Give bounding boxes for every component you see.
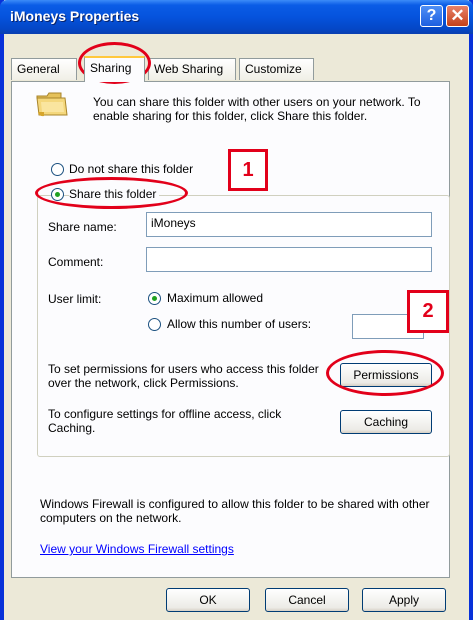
maximum-allowed-label[interactable]: Maximum allowed bbox=[167, 291, 263, 305]
step-2-marker: 2 bbox=[407, 290, 449, 333]
permissions-highlight bbox=[326, 350, 444, 396]
caching-button[interactable]: Caching bbox=[340, 410, 432, 434]
tab-strip: General Sharing Web Sharing Customize bbox=[0, 56, 473, 82]
tab-customize[interactable]: Customize bbox=[239, 58, 314, 80]
comment-input[interactable] bbox=[146, 247, 432, 272]
maximum-allowed-radio[interactable] bbox=[148, 292, 161, 305]
share-folder-highlight bbox=[35, 177, 188, 209]
firewall-text: Windows Firewall is configured to allow … bbox=[40, 497, 430, 525]
do-not-share-label[interactable]: Do not share this folder bbox=[69, 162, 193, 176]
close-icon[interactable]: ✕ bbox=[446, 5, 469, 27]
allow-number-label[interactable]: Allow this number of users: bbox=[167, 317, 311, 331]
firewall-settings-link[interactable]: View your Windows Firewall settings bbox=[40, 542, 234, 556]
share-name-input[interactable]: iMoneys bbox=[146, 212, 432, 237]
tab-sharing[interactable]: Sharing bbox=[84, 56, 145, 82]
help-icon[interactable]: ? bbox=[420, 5, 443, 27]
comment-label: Comment: bbox=[48, 255, 104, 269]
user-limit-label: User limit: bbox=[48, 292, 102, 306]
caching-text: To configure settings for offline access… bbox=[48, 407, 282, 435]
tab-general[interactable]: General bbox=[11, 58, 77, 80]
cancel-button[interactable]: Cancel bbox=[265, 588, 349, 612]
permissions-text: To set permissions for users who access … bbox=[48, 362, 319, 390]
do-not-share-radio[interactable] bbox=[51, 163, 64, 176]
share-name-label: Share name: bbox=[48, 220, 117, 234]
shared-folder-icon bbox=[36, 92, 68, 117]
ok-button[interactable]: OK bbox=[166, 588, 250, 612]
allow-number-radio[interactable] bbox=[148, 318, 161, 331]
apply-button[interactable]: Apply bbox=[362, 588, 446, 612]
intro-text: You can share this folder with other use… bbox=[93, 95, 421, 123]
title-bar[interactable]: iMoneys Properties ? ✕ bbox=[0, 0, 473, 34]
step-1-marker: 1 bbox=[228, 149, 268, 191]
window-title: iMoneys Properties bbox=[10, 8, 140, 24]
tab-web-sharing[interactable]: Web Sharing bbox=[148, 58, 236, 80]
